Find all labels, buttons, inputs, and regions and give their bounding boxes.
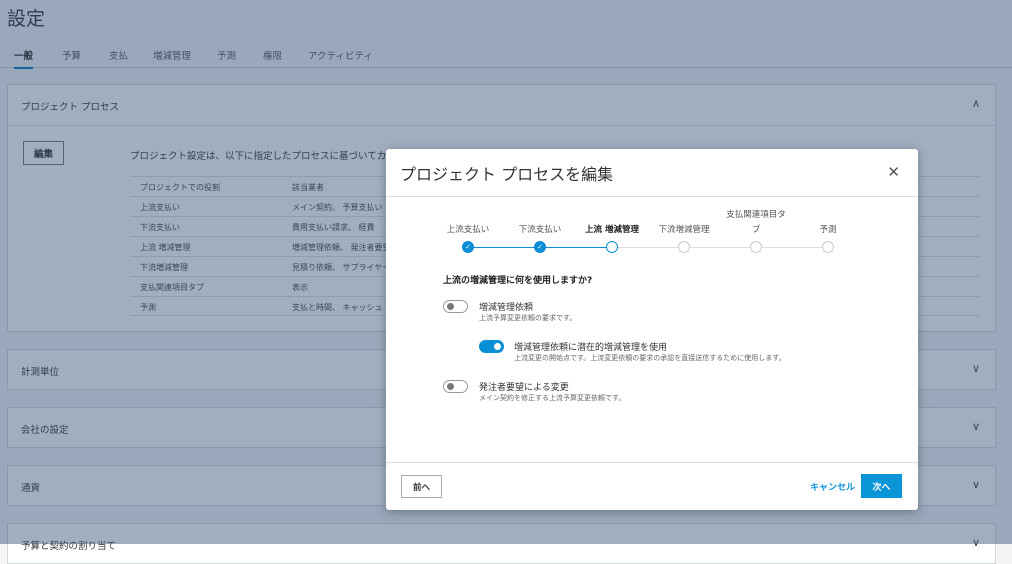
option-sub: 上流予算変更依頼の要求です。 — [479, 314, 577, 322]
toggle-potential-change[interactable] — [479, 340, 504, 353]
option-sub: 上流変更の開始点です。上流変更依頼の要求の承認を直接送信するために使用します。 — [514, 354, 786, 362]
step-dot[interactable] — [822, 241, 834, 253]
previous-button[interactable]: 前へ — [401, 475, 442, 498]
option-sub: メイン契約を修正する上流予算変更依頼です。 — [479, 394, 626, 402]
step-check-icon[interactable]: ✓ — [462, 241, 474, 253]
step-dot[interactable] — [750, 241, 762, 253]
option-label: 増減管理依頼 — [479, 303, 534, 313]
step-label: 支払関連項目タブ — [726, 210, 786, 235]
step-dot[interactable] — [678, 241, 690, 253]
cancel-button[interactable]: キャンセル — [810, 480, 855, 493]
modal-title: プロジェクト プロセスを編集 — [400, 165, 614, 184]
next-button[interactable]: 次へ — [861, 474, 902, 498]
step-label: 上流支払い — [446, 225, 490, 235]
option-label: 増減管理依頼に潜在的増減管理を使用 — [514, 343, 668, 353]
step-current-dot[interactable] — [606, 241, 618, 253]
step-label: 予測 — [819, 225, 837, 235]
option-label: 発注者要望による変更 — [479, 383, 569, 393]
toggle-owner-change[interactable] — [443, 380, 468, 393]
toggle-change-request[interactable] — [443, 300, 468, 313]
question: 上流の増減管理に何を使用しますか? — [443, 276, 593, 286]
step-label: 下流支払い — [518, 225, 562, 235]
edit-process-modal: プロジェクト プロセスを編集 ✕ 上流支払い 下流支払い 上流 増減管理 下流増… — [386, 149, 918, 510]
step-label: 下流増減管理 — [658, 225, 710, 235]
step-check-icon[interactable]: ✓ — [534, 241, 546, 253]
step-label: 上流 増減管理 — [585, 225, 639, 235]
close-icon[interactable]: ✕ — [887, 163, 900, 181]
